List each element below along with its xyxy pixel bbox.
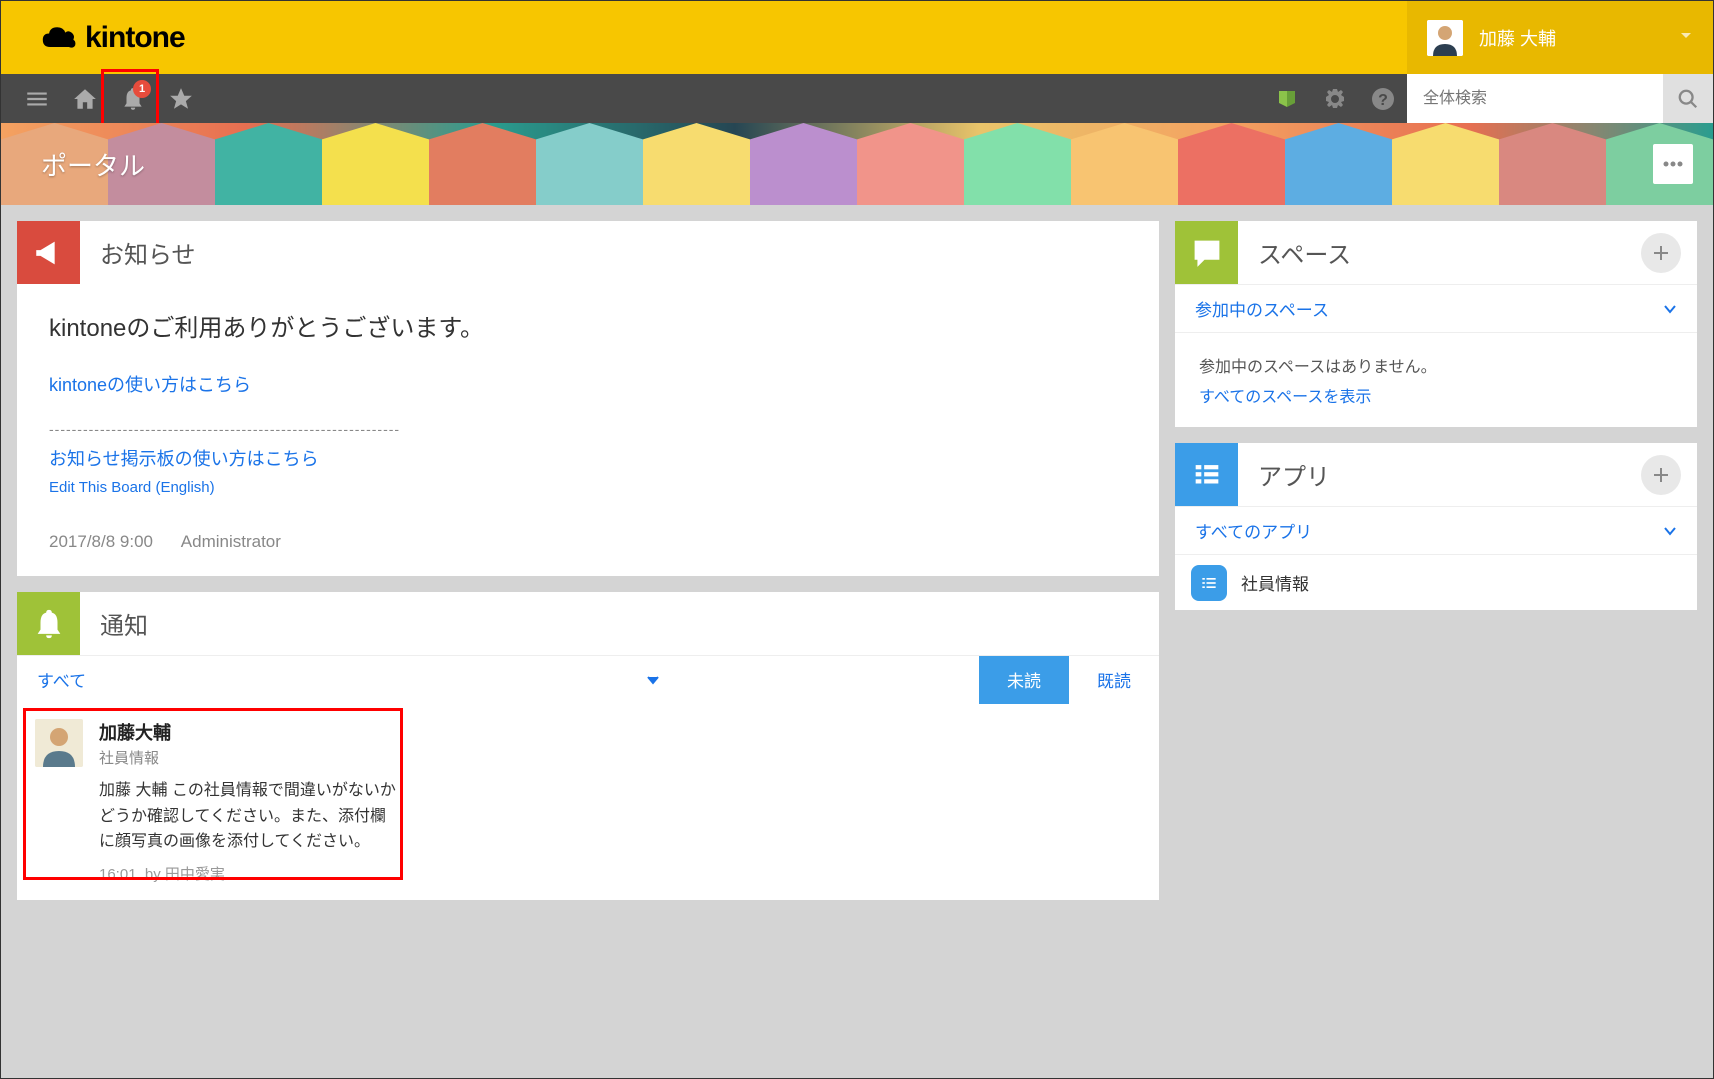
notifications-title: 通知 bbox=[100, 606, 1159, 641]
app-item-icon bbox=[1191, 565, 1227, 601]
space-widget: スペース 参加中のスペース 参加中のスペースはありません。 すべてのスペースを表… bbox=[1175, 221, 1697, 427]
chat-icon bbox=[1175, 221, 1238, 284]
space-title: スペース bbox=[1258, 235, 1641, 270]
announcements-widget: お知らせ kintoneのご利用ありがとうございます。 kintoneの使い方は… bbox=[17, 221, 1159, 576]
search-icon bbox=[1677, 88, 1699, 110]
announce-meta: 2017/8/8 9:00 Administrator bbox=[49, 532, 1127, 552]
apps-filter-label: すべてのアプリ bbox=[1195, 518, 1663, 543]
space-filter-label: 参加中のスペース bbox=[1195, 296, 1663, 321]
chevron-down-icon bbox=[1663, 524, 1677, 538]
add-app-button[interactable] bbox=[1641, 455, 1681, 495]
list-icon bbox=[1175, 443, 1238, 506]
logo-text: kintone bbox=[85, 21, 185, 55]
apps-title: アプリ bbox=[1258, 457, 1641, 492]
star-icon[interactable] bbox=[157, 74, 205, 123]
announce-link-english[interactable]: Edit This Board (English) bbox=[49, 479, 1127, 496]
apps-filter[interactable]: すべてのアプリ bbox=[1175, 506, 1697, 554]
header: kintone 加藤 大輔 bbox=[1, 1, 1713, 74]
logo-cloud-icon bbox=[41, 24, 77, 52]
user-name: 加藤 大輔 bbox=[1479, 25, 1663, 51]
notifications-filter-label: すべて bbox=[37, 667, 86, 692]
user-menu[interactable]: 加藤 大輔 bbox=[1407, 1, 1713, 74]
gear-icon[interactable] bbox=[1311, 74, 1359, 123]
space-show-all-link[interactable]: すべてのスペースを表示 bbox=[1199, 389, 1371, 406]
user-avatar bbox=[1427, 20, 1463, 56]
more-icon bbox=[1663, 161, 1683, 167]
announce-headline: kintoneのご利用ありがとうございます。 bbox=[49, 308, 1127, 343]
tab-unread[interactable]: 未読 bbox=[979, 656, 1069, 704]
plus-icon bbox=[1652, 466, 1670, 484]
app-item[interactable]: 社員情報 bbox=[1175, 554, 1697, 610]
notifications-filter[interactable]: すべて bbox=[17, 667, 979, 692]
notifications-widget: 通知 すべて 未読 既読 加藤大輔 社員情報 加藤 大輔 この社員情報で間違いが… bbox=[17, 592, 1159, 900]
search-button[interactable] bbox=[1663, 74, 1713, 123]
announce-author: Administrator bbox=[181, 532, 281, 551]
divider: ----------------------------------------… bbox=[49, 421, 1127, 437]
chevron-down-icon bbox=[1663, 302, 1677, 316]
announce-link-board[interactable]: お知らせ掲示板の使い方はこちら bbox=[49, 445, 1127, 471]
guide-icon[interactable] bbox=[1263, 74, 1311, 123]
page-title: ポータル bbox=[41, 146, 145, 183]
highlight-box-notification bbox=[23, 708, 403, 880]
chevron-down-icon bbox=[646, 673, 660, 687]
logo[interactable]: kintone bbox=[41, 21, 185, 55]
app-item-label: 社員情報 bbox=[1241, 570, 1309, 595]
help-icon[interactable]: ? bbox=[1359, 74, 1407, 123]
add-space-button[interactable] bbox=[1641, 233, 1681, 273]
menu-icon[interactable] bbox=[13, 74, 61, 123]
highlight-box-bell bbox=[101, 69, 159, 127]
apps-widget: アプリ すべてのアプリ 社員情報 bbox=[1175, 443, 1697, 610]
toolbar: 1 ? bbox=[1, 74, 1713, 123]
search-box bbox=[1407, 74, 1713, 123]
more-button[interactable] bbox=[1653, 144, 1693, 184]
tab-read[interactable]: 既読 bbox=[1069, 656, 1159, 704]
portal-banner: ポータル bbox=[1, 123, 1713, 205]
content: お知らせ kintoneのご利用ありがとうございます。 kintoneの使い方は… bbox=[1, 205, 1713, 916]
chevron-down-icon bbox=[1679, 28, 1693, 47]
svg-text:?: ? bbox=[1378, 92, 1388, 109]
space-empty-text: 参加中のスペースはありません。 bbox=[1199, 353, 1673, 377]
megaphone-icon bbox=[17, 221, 80, 284]
space-filter[interactable]: 参加中のスペース bbox=[1175, 284, 1697, 332]
announcements-title: お知らせ bbox=[100, 235, 1159, 270]
announce-date: 2017/8/8 9:00 bbox=[49, 532, 153, 551]
plus-icon bbox=[1652, 244, 1670, 262]
search-input[interactable] bbox=[1407, 74, 1663, 123]
announce-link-usage[interactable]: kintoneの使い方はこちら bbox=[49, 371, 1127, 397]
bell-icon bbox=[17, 592, 80, 655]
